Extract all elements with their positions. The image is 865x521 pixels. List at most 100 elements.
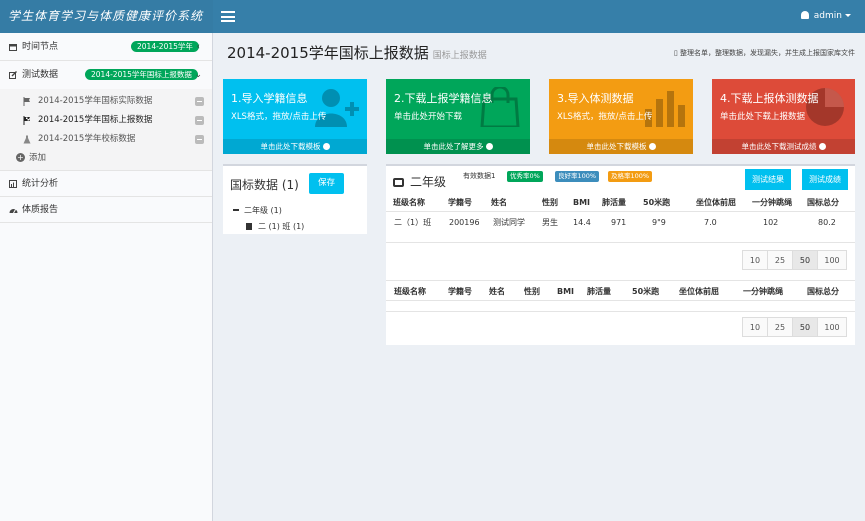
tile-import-test-data[interactable]: 3.导入体测数据 XLS格式，拖放/点击上传 单击此处下载模板 <box>549 79 693 154</box>
column-header[interactable]: 50米跑 <box>643 193 670 212</box>
sidebar-submenu: 2014-2015学年国标实际数据 2014-2015学年国标上报数据 2014… <box>0 89 212 171</box>
table-cell: 80.2 <box>818 218 836 227</box>
add-item-button[interactable]: + 添加 <box>0 149 212 167</box>
tile-footer-link[interactable]: 单击此处了解更多 <box>386 139 530 154</box>
sidebar-item-label: 体质报告 <box>22 205 59 215</box>
table-row[interactable]: 二（1）班 200196 测试同学 男生 14.4 971 9"9 7.0 102 80.2 <box>386 213 855 233</box>
collapse-icon[interactable] <box>233 209 239 211</box>
test-scores-button[interactable]: 测试成绩 <box>802 169 848 190</box>
good-rate-badge: 良好率100% <box>555 171 600 182</box>
table-cell: 102 <box>763 218 779 227</box>
top-navbar: 学生体育学习与体质健康评价系统 admin <box>0 0 865 33</box>
column-header[interactable]: 50米跑 <box>632 282 659 301</box>
page-size-option[interactable]: 50 <box>792 317 818 337</box>
tile-title: 3.导入体测数据 <box>557 92 634 105</box>
column-header[interactable]: 姓名 <box>489 282 505 301</box>
page-size-option[interactable]: 25 <box>767 250 793 270</box>
user-icon <box>800 11 809 19</box>
plus-circle-icon: + <box>16 153 25 162</box>
table-cell: 男生 <box>542 218 558 227</box>
column-header[interactable]: BMI <box>557 282 574 301</box>
tile-import-students[interactable]: 1.导入学籍信息 XLS格式，拖放/点击上传 单击此处下载模板 <box>223 79 367 154</box>
sidebar-subitem-school[interactable]: 2014-2015学年校标数据 <box>0 130 212 149</box>
table-cell: 二（1）班 <box>394 218 432 227</box>
sidebar-item-time-node[interactable]: 时间节点 2014-2015学年 ‹ <box>0 33 212 61</box>
sidebar-item-test-data[interactable]: 测试数据 2014-2015学年国标上报数据 ⌄ <box>0 61 212 89</box>
column-header[interactable]: 一分钟跳绳 <box>743 282 783 301</box>
arrow-circle-right-icon <box>322 143 330 150</box>
main-content: 2014-2015学年国标上报数据 国标上报数据 ▯ 整理名单，整理数据，发现漏失… <box>214 33 865 521</box>
column-header[interactable]: 肺活量 <box>602 193 626 212</box>
page-size-option[interactable]: 100 <box>817 250 847 270</box>
arrow-circle-right-icon <box>485 143 493 150</box>
tree-node-grade[interactable]: 二年级 (1) <box>233 205 282 216</box>
table-cell: 7.0 <box>704 218 717 227</box>
sidebar-subitem-reported[interactable]: 2014-2015学年国标上报数据 <box>0 111 212 130</box>
column-header[interactable]: 学籍号 <box>448 282 472 301</box>
breadcrumb: ▯ 整理名单，整理数据，发现漏失，并生成上报国家库文件 <box>673 49 855 57</box>
page-size-selector: 10 25 50 100 <box>742 250 847 270</box>
sidebar-item-stats[interactable]: 统计分析 <box>0 171 212 197</box>
inbox-icon <box>393 178 404 187</box>
sidebar-item-report[interactable]: 体质报告 <box>0 197 212 223</box>
page-size-option[interactable]: 10 <box>742 317 768 337</box>
minus-icon[interactable] <box>195 135 204 144</box>
column-header[interactable]: 一分钟跳绳 <box>752 193 792 212</box>
page-size-option[interactable]: 10 <box>742 250 768 270</box>
tile-footer-link[interactable]: 单击此处下载模板 <box>549 139 693 154</box>
sidebar-subitem-label: 2014-2015学年校标数据 <box>38 134 136 144</box>
tile-download-students[interactable]: 2.下载上报学籍信息 单击此处开始下载 单击此处了解更多 <box>386 79 530 154</box>
menu-toggle-icon[interactable] <box>221 11 235 22</box>
page-size-option[interactable]: 100 <box>817 317 847 337</box>
flask-icon <box>23 135 31 144</box>
chevron-down-icon: ⌄ <box>194 70 202 80</box>
tile-title: 2.下载上报学籍信息 <box>394 92 493 105</box>
column-header[interactable]: 班级名称 <box>394 282 426 301</box>
column-header[interactable]: 坐位体前屈 <box>696 193 736 212</box>
app-title[interactable]: 学生体育学习与体质健康评价系统 <box>0 0 213 33</box>
tile-title: 4.下载上报体测数据 <box>720 92 819 105</box>
tree-node-class[interactable]: 二 (1) 班 (1) <box>246 221 304 232</box>
status-badge: 2014-2015学年 <box>131 41 199 52</box>
column-header[interactable]: 姓名 <box>491 193 507 212</box>
dashboard-icon <box>9 206 18 214</box>
data-panel-title: 二年级 <box>393 173 446 190</box>
minus-icon[interactable] <box>195 97 204 106</box>
column-header[interactable]: 性别 <box>524 282 540 301</box>
edit-icon <box>9 71 17 79</box>
table-header: 班级名称 学籍号 姓名 性别 BMI 肺活量 50米跑 坐位体前屈 一分钟跳绳 国标总分 <box>386 193 855 212</box>
page-size-option[interactable]: 25 <box>767 317 793 337</box>
tile-footer-link[interactable]: 单击此处下载模板 <box>223 139 367 154</box>
column-header[interactable]: 肺活量 <box>587 282 611 301</box>
table-header: 班级名称 学籍号 姓名 性别 BMI 肺活量 50米跑 坐位体前屈 一分钟跳绳 国标总分 <box>386 282 855 301</box>
column-header[interactable]: 国标总分 <box>807 193 839 212</box>
test-results-button[interactable]: 测试结果 <box>745 169 791 190</box>
tile-download-test-data[interactable]: 4.下载上报体测数据 单击此处下载上报数据 单击此处下载测试成绩 <box>712 79 855 154</box>
column-header[interactable]: 坐位体前屈 <box>679 282 719 301</box>
sidebar-subitem-label: 2014-2015学年国标实际数据 <box>38 96 153 106</box>
status-badge: 2014-2015学年国标上报数据 <box>85 69 198 80</box>
tile-title: 1.导入学籍信息 <box>231 92 308 105</box>
tile-footer-link[interactable]: 单击此处下载测试成绩 <box>712 139 855 154</box>
page-size-option[interactable]: 50 <box>792 250 818 270</box>
caret-down-icon <box>845 14 851 17</box>
sidebar-item-label: 时间节点 <box>22 42 59 52</box>
user-menu[interactable]: admin <box>800 0 851 33</box>
column-header[interactable]: 国标总分 <box>807 282 839 301</box>
minus-icon[interactable] <box>195 116 204 125</box>
column-header[interactable]: 学籍号 <box>448 193 472 212</box>
sidebar: 时间节点 2014-2015学年 ‹ 测试数据 2014-2015学年国标上报数… <box>0 33 213 521</box>
column-header[interactable]: BMI <box>573 193 590 212</box>
tree-panel-title: 国标数据 (1) <box>230 178 299 192</box>
save-button[interactable]: 保存 <box>309 173 344 194</box>
column-header[interactable]: 班级名称 <box>393 193 425 212</box>
flag-checkered-icon <box>23 116 30 125</box>
calendar-icon <box>9 43 17 51</box>
file-icon <box>246 223 252 230</box>
page-size-selector: 10 25 50 100 <box>742 317 847 337</box>
sidebar-subitem-actual[interactable]: 2014-2015学年国标实际数据 <box>0 92 212 111</box>
sidebar-item-label: 统计分析 <box>22 179 59 189</box>
sidebar-subitem-label: 2014-2015学年国标上报数据 <box>38 115 153 125</box>
tile-desc: 单击此处开始下载 <box>394 112 463 122</box>
column-header[interactable]: 性别 <box>542 193 558 212</box>
